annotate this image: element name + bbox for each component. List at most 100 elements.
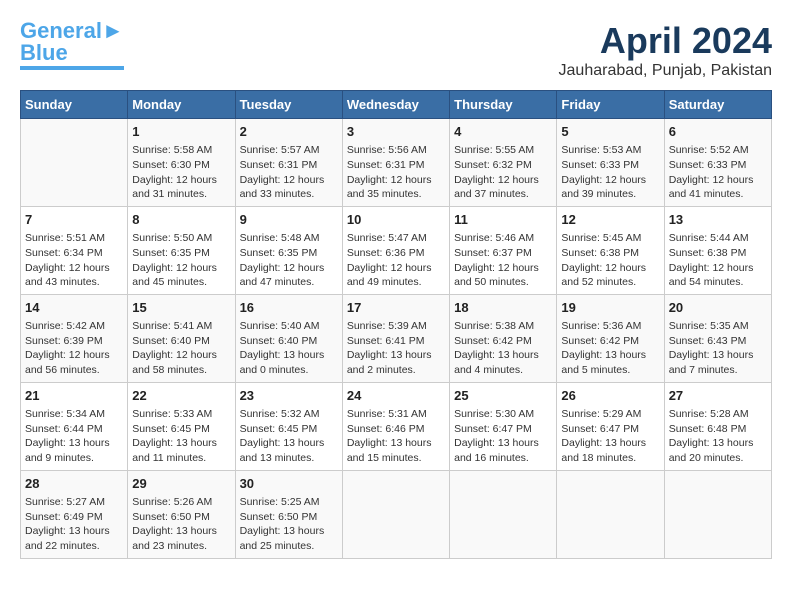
cell-content: Sunrise: 5:41 AM Sunset: 6:40 PM Dayligh…: [132, 319, 230, 378]
calendar-cell: 23Sunrise: 5:32 AM Sunset: 6:45 PM Dayli…: [235, 382, 342, 470]
calendar-cell: 24Sunrise: 5:31 AM Sunset: 6:46 PM Dayli…: [342, 382, 449, 470]
page-subtitle: Jauharabad, Punjab, Pakistan: [559, 62, 772, 80]
day-number: 7: [25, 211, 123, 229]
page-title: April 2024: [559, 20, 772, 62]
day-number: 16: [240, 299, 338, 317]
calendar-cell: 15 Sunrise: 5:41 AM Sunset: 6:40 PM Dayli…: [128, 294, 235, 382]
header-tuesday: Tuesday: [235, 91, 342, 119]
day-number: 11: [454, 211, 552, 229]
cell-content: Sunrise: 5:53 AM Sunset: 6:33 PM Dayligh…: [561, 143, 659, 202]
day-number: 22: [132, 387, 230, 405]
page-header: General► Blue April 2024 Jauharabad, Pun…: [20, 20, 772, 80]
calendar-body: 1 Sunrise: 5:58 AM Sunset: 6:30 PM Daylig…: [21, 119, 772, 559]
day-number: 18: [454, 299, 552, 317]
cell-content: Sunrise: 5:44 AM Sunset: 6:38 PM Dayligh…: [669, 231, 767, 290]
calendar-cell: 13 Sunrise: 5:44 AM Sunset: 6:38 PM Dayli…: [664, 206, 771, 294]
cell-content: Sunrise: 5:38 AM Sunset: 6:42 PM Dayligh…: [454, 319, 552, 378]
cell-content: Sunrise: 5:39 AM Sunset: 6:41 PM Dayligh…: [347, 319, 445, 378]
day-number: 13: [669, 211, 767, 229]
calendar-cell: 20 Sunrise: 5:35 AM Sunset: 6:43 PM Dayli…: [664, 294, 771, 382]
header-saturday: Saturday: [664, 91, 771, 119]
header-monday: Monday: [128, 91, 235, 119]
calendar-cell: 11Sunrise: 5:46 AM Sunset: 6:37 PM Dayli…: [450, 206, 557, 294]
cell-content: Sunrise: 5:31 AM Sunset: 6:46 PM Dayligh…: [347, 407, 445, 466]
cell-content: Sunrise: 5:45 AM Sunset: 6:38 PM Dayligh…: [561, 231, 659, 290]
day-number: 20: [669, 299, 767, 317]
cell-content: Sunrise: 5:34 AM Sunset: 6:44 PM Dayligh…: [25, 407, 123, 466]
calendar-cell: 12 Sunrise: 5:45 AM Sunset: 6:38 PM Dayli…: [557, 206, 664, 294]
day-number: 30: [240, 475, 338, 493]
cell-content: Sunrise: 5:35 AM Sunset: 6:43 PM Dayligh…: [669, 319, 767, 378]
cell-content: Sunrise: 5:58 AM Sunset: 6:30 PM Dayligh…: [132, 143, 230, 202]
calendar-cell: [557, 470, 664, 558]
day-number: 28: [25, 475, 123, 493]
day-number: 10: [347, 211, 445, 229]
calendar-cell: 17 Sunrise: 5:39 AM Sunset: 6:41 PM Dayli…: [342, 294, 449, 382]
calendar-cell: 28Sunrise: 5:27 AM Sunset: 6:49 PM Dayli…: [21, 470, 128, 558]
day-number: 19: [561, 299, 659, 317]
day-number: 26: [561, 387, 659, 405]
day-number: 4: [454, 123, 552, 141]
cell-content: Sunrise: 5:57 AM Sunset: 6:31 PM Dayligh…: [240, 143, 338, 202]
week-row-4: 28Sunrise: 5:27 AM Sunset: 6:49 PM Dayli…: [21, 470, 772, 558]
day-number: 1: [132, 123, 230, 141]
logo-blue: Blue: [20, 42, 68, 64]
calendar-table: SundayMondayTuesdayWednesdayThursdayFrid…: [20, 90, 772, 559]
day-number: 15: [132, 299, 230, 317]
calendar-cell: 19 Sunrise: 5:36 AM Sunset: 6:42 PM Dayli…: [557, 294, 664, 382]
logo-divider: [20, 66, 124, 70]
calendar-cell: [342, 470, 449, 558]
calendar-cell: [450, 470, 557, 558]
calendar-cell: 18 Sunrise: 5:38 AM Sunset: 6:42 PM Dayli…: [450, 294, 557, 382]
header-sunday: Sunday: [21, 91, 128, 119]
calendar-cell: 8Sunrise: 5:50 AM Sunset: 6:35 PM Daylig…: [128, 206, 235, 294]
cell-content: Sunrise: 5:51 AM Sunset: 6:34 PM Dayligh…: [25, 231, 123, 290]
calendar-cell: 26Sunrise: 5:29 AM Sunset: 6:47 PM Dayli…: [557, 382, 664, 470]
calendar-cell: 29Sunrise: 5:26 AM Sunset: 6:50 PM Dayli…: [128, 470, 235, 558]
logo-blue-text: ►: [102, 18, 124, 43]
cell-content: Sunrise: 5:33 AM Sunset: 6:45 PM Dayligh…: [132, 407, 230, 466]
calendar-cell: [21, 119, 128, 207]
calendar-cell: 30 Sunrise: 5:25 AM Sunset: 6:50 PM Dayli…: [235, 470, 342, 558]
title-block: April 2024 Jauharabad, Punjab, Pakistan: [559, 20, 772, 80]
cell-content: Sunrise: 5:52 AM Sunset: 6:33 PM Dayligh…: [669, 143, 767, 202]
day-number: 29: [132, 475, 230, 493]
cell-content: Sunrise: 5:55 AM Sunset: 6:32 PM Dayligh…: [454, 143, 552, 202]
cell-content: Sunrise: 5:42 AM Sunset: 6:39 PM Dayligh…: [25, 319, 123, 378]
week-row-3: 21 Sunrise: 5:34 AM Sunset: 6:44 PM Dayli…: [21, 382, 772, 470]
calendar-cell: 5Sunrise: 5:53 AM Sunset: 6:33 PM Daylig…: [557, 119, 664, 207]
cell-content: Sunrise: 5:25 AM Sunset: 6:50 PM Dayligh…: [240, 495, 338, 554]
calendar-cell: 4 Sunrise: 5:55 AM Sunset: 6:32 PM Daylig…: [450, 119, 557, 207]
cell-content: Sunrise: 5:28 AM Sunset: 6:48 PM Dayligh…: [669, 407, 767, 466]
calendar-cell: 27 Sunrise: 5:28 AM Sunset: 6:48 PM Dayli…: [664, 382, 771, 470]
day-number: 2: [240, 123, 338, 141]
day-number: 25: [454, 387, 552, 405]
day-number: 9: [240, 211, 338, 229]
calendar-cell: 16 Sunrise: 5:40 AM Sunset: 6:40 PM Dayli…: [235, 294, 342, 382]
day-number: 17: [347, 299, 445, 317]
day-number: 21: [25, 387, 123, 405]
cell-content: Sunrise: 5:32 AM Sunset: 6:45 PM Dayligh…: [240, 407, 338, 466]
logo: General► Blue: [20, 20, 124, 70]
calendar-cell: 14Sunrise: 5:42 AM Sunset: 6:39 PM Dayli…: [21, 294, 128, 382]
calendar-header-row: SundayMondayTuesdayWednesdayThursdayFrid…: [21, 91, 772, 119]
cell-content: Sunrise: 5:40 AM Sunset: 6:40 PM Dayligh…: [240, 319, 338, 378]
cell-content: Sunrise: 5:30 AM Sunset: 6:47 PM Dayligh…: [454, 407, 552, 466]
cell-content: Sunrise: 5:36 AM Sunset: 6:42 PM Dayligh…: [561, 319, 659, 378]
cell-content: Sunrise: 5:47 AM Sunset: 6:36 PM Dayligh…: [347, 231, 445, 290]
day-number: 12: [561, 211, 659, 229]
calendar-cell: 3Sunrise: 5:56 AM Sunset: 6:31 PM Daylig…: [342, 119, 449, 207]
cell-content: Sunrise: 5:50 AM Sunset: 6:35 PM Dayligh…: [132, 231, 230, 290]
week-row-1: 7 Sunrise: 5:51 AM Sunset: 6:34 PM Daylig…: [21, 206, 772, 294]
calendar-cell: 21 Sunrise: 5:34 AM Sunset: 6:44 PM Dayli…: [21, 382, 128, 470]
day-number: 3: [347, 123, 445, 141]
week-row-2: 14Sunrise: 5:42 AM Sunset: 6:39 PM Dayli…: [21, 294, 772, 382]
header-friday: Friday: [557, 91, 664, 119]
calendar-cell: 2 Sunrise: 5:57 AM Sunset: 6:31 PM Daylig…: [235, 119, 342, 207]
calendar-cell: 22 Sunrise: 5:33 AM Sunset: 6:45 PM Dayli…: [128, 382, 235, 470]
cell-content: Sunrise: 5:48 AM Sunset: 6:35 PM Dayligh…: [240, 231, 338, 290]
day-number: 27: [669, 387, 767, 405]
calendar-cell: 25 Sunrise: 5:30 AM Sunset: 6:47 PM Dayli…: [450, 382, 557, 470]
calendar-cell: 6 Sunrise: 5:52 AM Sunset: 6:33 PM Daylig…: [664, 119, 771, 207]
day-number: 6: [669, 123, 767, 141]
